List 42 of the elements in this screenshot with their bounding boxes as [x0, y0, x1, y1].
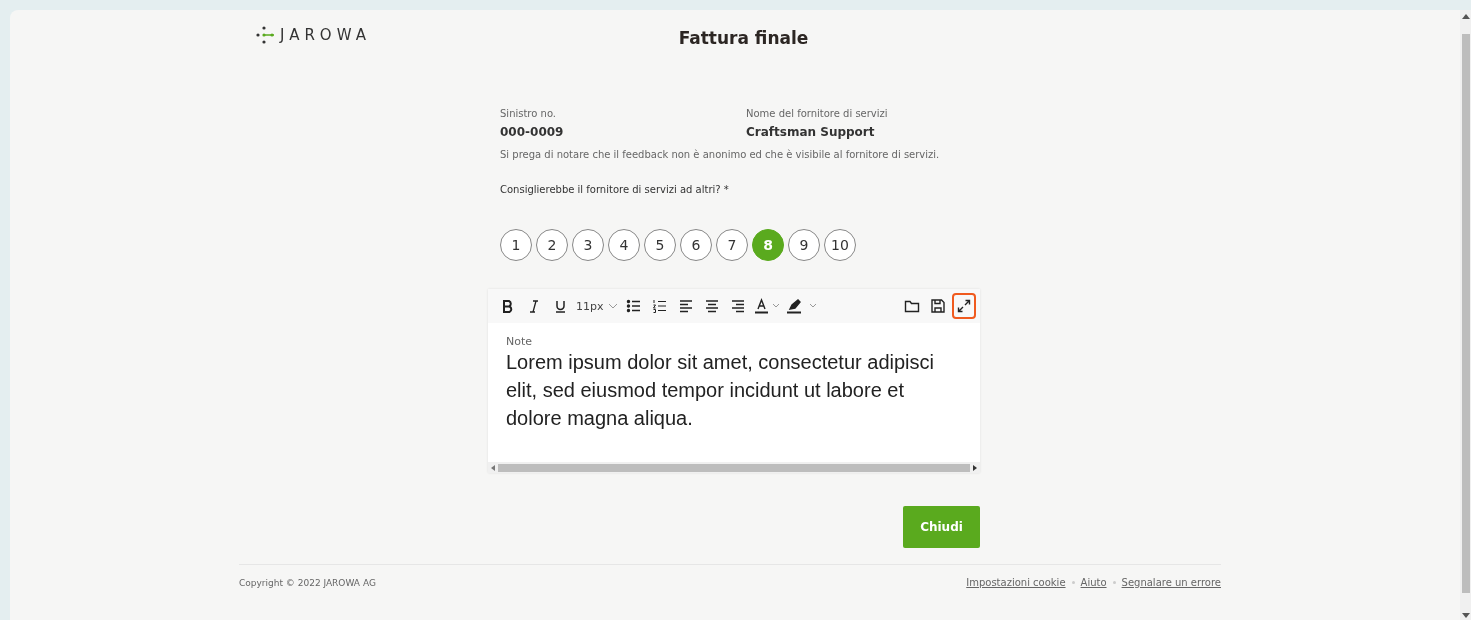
- rating-option[interactable]: 4: [608, 229, 640, 261]
- logo-text: JAROWA: [280, 26, 371, 44]
- field-label: Nome del fornitore di servizi: [746, 108, 889, 119]
- bold-icon: [502, 299, 514, 313]
- logo-mark-icon: [256, 26, 276, 44]
- expand-button[interactable]: [952, 293, 976, 319]
- rating-option[interactable]: 10: [824, 229, 856, 261]
- expand-icon: [956, 298, 972, 314]
- rating-option[interactable]: 2: [536, 229, 568, 261]
- field-value: 000-0009: [500, 125, 565, 139]
- rating-option[interactable]: 5: [644, 229, 676, 261]
- rating-option[interactable]: 6: [680, 229, 712, 261]
- note-label: Note: [506, 335, 534, 348]
- footer-link[interactable]: Impostazioni cookie: [966, 577, 1066, 588]
- highlighter-icon: [785, 298, 818, 314]
- underline-icon: [554, 299, 566, 313]
- save-icon: [930, 298, 946, 314]
- rating-option[interactable]: 1: [500, 229, 532, 261]
- field-value: Craftsman Support: [746, 125, 876, 139]
- numbered-list-icon: [651, 298, 668, 314]
- chevron-down-icon: [607, 303, 618, 309]
- align-right-icon: [729, 298, 746, 314]
- italic-icon: [529, 299, 539, 313]
- rating-option[interactable]: 7: [716, 229, 748, 261]
- note-text: Lorem ipsum dolor sit amet, consectetur adipisci elit, sed eiusmod tempor incidunt ut labore et dolore magna aliqua.: [506, 350, 935, 431]
- text-color-icon: [753, 298, 780, 314]
- footer-link[interactable]: Segnalare un errore: [1121, 577, 1221, 588]
- footer-link[interactable]: Aiuto: [1080, 577, 1107, 588]
- font-size-dropdown[interactable]: 11px: [574, 293, 620, 319]
- page-title: Fattura finale: [678, 28, 809, 48]
- vertical-scrollbar[interactable]: [1460, 10, 1471, 620]
- rating-option[interactable]: 3: [572, 229, 604, 261]
- align-center-icon: [703, 298, 720, 314]
- field-label: Sinistro no.: [500, 108, 558, 119]
- rating-option[interactable]: 9: [788, 229, 820, 261]
- notice-text: Si prega di notare che il feedback non è anonimo ed che è visibile al fornitore di servizi.: [500, 149, 941, 160]
- align-left-icon: [677, 298, 694, 314]
- question-label: Consiglierebbe il fornitore di servizi ad altri? *: [500, 184, 730, 195]
- horizontal-scrollbar[interactable]: [488, 462, 980, 473]
- bulleted-list-icon: [625, 298, 642, 314]
- folder-icon: [904, 298, 920, 314]
- copyright-text: Copyright © 2022 JAROWA AG: [239, 577, 376, 588]
